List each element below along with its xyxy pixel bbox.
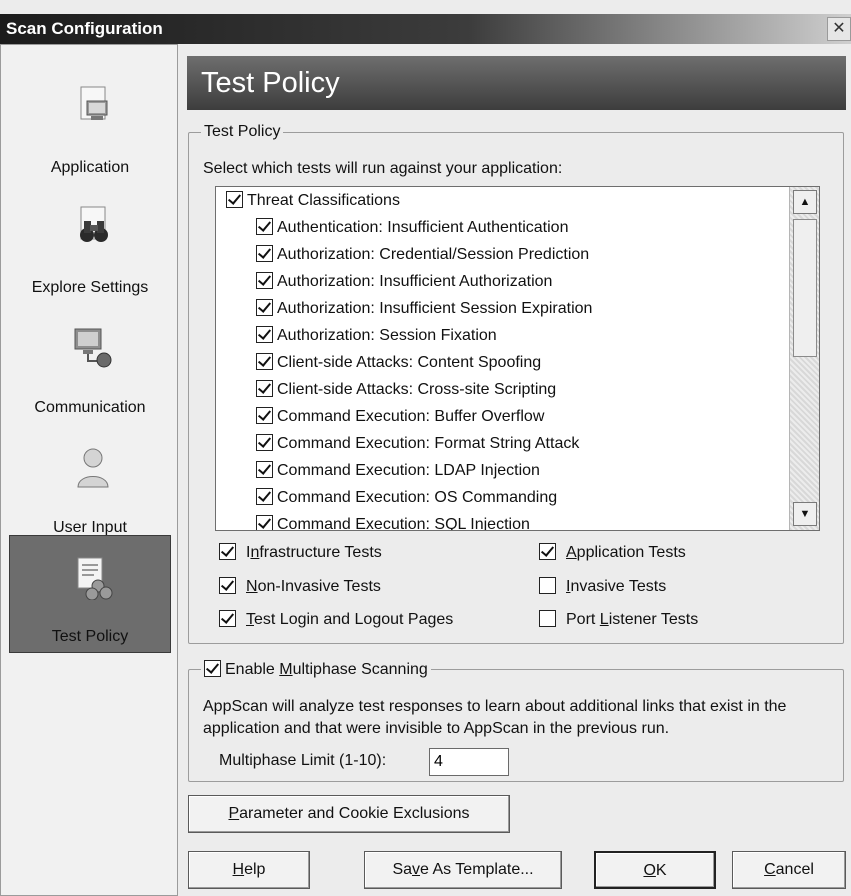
sidebar-item-label: Explore Settings: [31, 279, 149, 296]
sidebar-item-label: Application: [50, 159, 130, 176]
tree-root-item[interactable]: Threat Classifications: [226, 189, 400, 213]
scroll-up-arrow-icon[interactable]: ▲: [793, 190, 817, 214]
network-computer-icon: [74, 328, 112, 368]
tree-item[interactable]: Authentication: Insufficient Authenticat…: [256, 216, 568, 240]
threat-classification-tree[interactable]: Threat Classifications Authentication: I…: [215, 186, 820, 531]
cancel-button[interactable]: Cancel: [732, 851, 846, 889]
multiphase-limit-input[interactable]: [429, 748, 509, 776]
tree-item-label: Client-side Attacks: Content Spoofing: [277, 354, 542, 371]
tree-item-label: Authorization: Credential/Session Predic…: [277, 246, 590, 263]
port-listener-tests-checkbox[interactable]: [539, 610, 556, 627]
binoculars-icon: [80, 206, 108, 242]
tree-item-label: Command Execution: Format String Attack: [277, 435, 580, 452]
enable-multiphase-checkbox[interactable]: [204, 660, 221, 677]
title-bar: Scan Configuration: [0, 14, 851, 44]
tree-item-checkbox[interactable]: [256, 299, 273, 316]
tree-item-checkbox[interactable]: [256, 515, 273, 530]
tree-item[interactable]: Command Execution: Buffer Overflow: [256, 405, 544, 429]
tree-item-checkbox[interactable]: [256, 434, 273, 451]
tree-item-label: Command Execution: LDAP Injection: [277, 462, 540, 479]
tree-item[interactable]: Authorization: Insufficient Session Expi…: [256, 297, 592, 321]
tree-item-label: Client-side Attacks: Cross-site Scriptin…: [277, 381, 557, 398]
application-icon: [80, 86, 108, 120]
threat-classifications-checkbox[interactable]: [226, 191, 243, 208]
sidebar: Application Explore Settings Communicati…: [0, 44, 178, 896]
tree-item[interactable]: Command Execution: LDAP Injection: [256, 459, 540, 483]
tree-item-checkbox[interactable]: [256, 218, 273, 235]
sidebar-item-application[interactable]: Application: [9, 65, 171, 183]
close-button[interactable]: ✕: [827, 17, 851, 41]
policy-document-icon: [77, 557, 113, 600]
login-logout-tests-option[interactable]: Test Login and Logout Pages: [219, 608, 453, 632]
tree-item-label: Command Execution: Buffer Overflow: [277, 408, 545, 425]
tree-item-label: Authorization: Insufficient Authorizatio…: [277, 273, 553, 290]
login-logout-tests-checkbox[interactable]: [219, 610, 236, 627]
invasive-tests-checkbox[interactable]: [539, 577, 556, 594]
scan-configuration-dialog: Scan Configuration ✕ Application Explore…: [0, 0, 851, 896]
tree-scrollbar[interactable]: ▲ ▼: [789, 187, 819, 530]
save-as-template-button[interactable]: Save As Template...: [364, 851, 562, 889]
user-icon: [77, 448, 109, 488]
tree-item[interactable]: Command Execution: OS Commanding: [256, 486, 557, 510]
tree-item-checkbox[interactable]: [256, 326, 273, 343]
infrastructure-tests-option[interactable]: Infrastructure Tests: [219, 541, 382, 565]
sidebar-item-explore-settings[interactable]: Explore Settings: [9, 185, 171, 303]
page-title: Test Policy: [201, 67, 340, 99]
parameter-cookie-exclusions-button[interactable]: Parameter and Cookie Exclusions: [188, 795, 510, 833]
scroll-down-arrow-icon[interactable]: ▼: [793, 502, 817, 526]
tree-item-checkbox[interactable]: [256, 272, 273, 289]
multiphase-description: AppScan will analyze test responses to l…: [203, 698, 787, 737]
tree-item[interactable]: Command Execution: SQL Injection: [256, 513, 530, 531]
infrastructure-tests-checkbox[interactable]: [219, 543, 236, 560]
tree-item-label: Authorization: Insufficient Session Expi…: [277, 300, 593, 317]
tree-item-label: Authorization: Session Fixation: [277, 327, 497, 344]
non-invasive-tests-checkbox[interactable]: [219, 577, 236, 594]
ok-button[interactable]: OK: [594, 851, 716, 889]
tree-item-label: Command Execution: OS Commanding: [277, 489, 558, 506]
sidebar-item-label: Communication: [34, 399, 146, 416]
tree-item[interactable]: Authorization: Insufficient Authorizatio…: [256, 270, 552, 294]
tree-item-checkbox[interactable]: [256, 407, 273, 424]
tree-item-label: Command Execution: SQL Injection: [277, 516, 530, 531]
tree-item-checkbox[interactable]: [256, 245, 273, 262]
tree-item[interactable]: Authorization: Session Fixation: [256, 324, 497, 348]
tree-item-checkbox[interactable]: [256, 353, 273, 370]
tree-item[interactable]: Command Execution: Format String Attack: [256, 432, 579, 456]
multiphase-limit-label: Multiphase Limit (1-10):: [219, 752, 387, 769]
sidebar-item-user-input[interactable]: User Input: [9, 425, 171, 543]
port-listener-tests-option[interactable]: Port Listener Tests: [539, 608, 698, 632]
tree-item-label: Threat Classifications: [247, 192, 400, 209]
sidebar-item-communication[interactable]: Communication: [9, 305, 171, 423]
tree-item-checkbox[interactable]: [256, 380, 273, 397]
test-policy-group-label: Test Policy: [204, 123, 281, 140]
tree-item-checkbox[interactable]: [256, 488, 273, 505]
enable-multiphase-option[interactable]: Enable Multiphase Scanning: [201, 660, 431, 679]
help-button[interactable]: Help: [188, 851, 310, 889]
non-invasive-tests-option[interactable]: Non-Invasive Tests: [219, 575, 381, 599]
scrollbar-thumb[interactable]: [793, 219, 817, 357]
invasive-tests-option[interactable]: Invasive Tests: [539, 575, 666, 599]
sidebar-item-label: Test Policy: [51, 628, 129, 645]
application-tests-checkbox[interactable]: [539, 543, 556, 560]
test-selection-instruction: Select which tests will run against your…: [203, 160, 563, 177]
application-tests-option[interactable]: Application Tests: [539, 541, 686, 565]
tree-item[interactable]: Authorization: Credential/Session Predic…: [256, 243, 589, 267]
page-header: Test Policy: [187, 56, 846, 110]
window-title: Scan Configuration: [6, 19, 163, 38]
sidebar-item-test-policy[interactable]: Test Policy: [9, 535, 171, 653]
tree-item[interactable]: Client-side Attacks: Content Spoofing: [256, 351, 541, 375]
tree-item-label: Authentication: Insufficient Authenticat…: [277, 219, 569, 236]
tree-item-checkbox[interactable]: [256, 461, 273, 478]
tree-item[interactable]: Client-side Attacks: Cross-site Scriptin…: [256, 378, 556, 402]
